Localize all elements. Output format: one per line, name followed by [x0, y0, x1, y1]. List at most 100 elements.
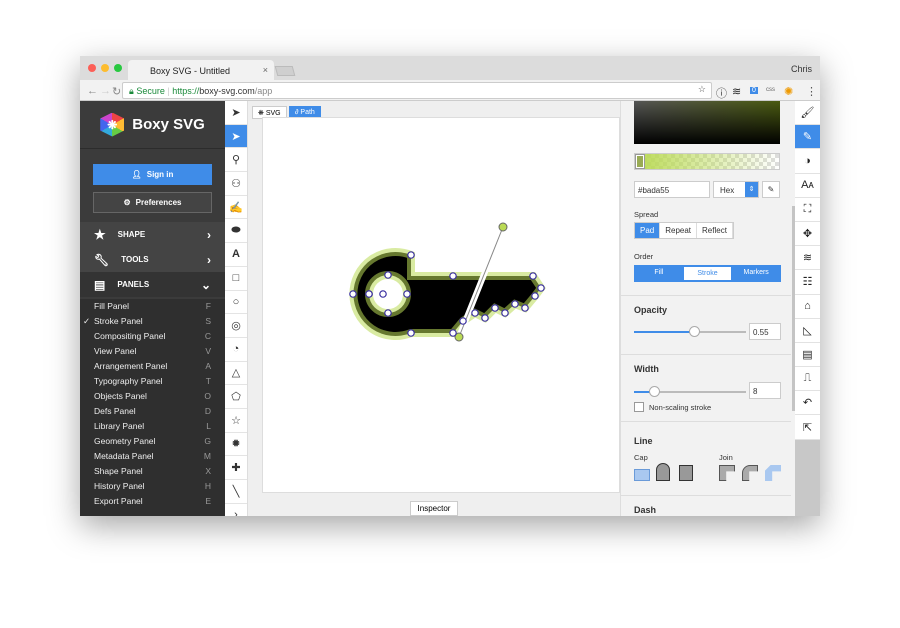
metadata-panel-icon[interactable]: ▤: [795, 342, 820, 368]
triangle-icon[interactable]: △: [225, 362, 247, 386]
panel-menu-item[interactable]: ✓ Stroke Panel S: [80, 314, 225, 329]
bookmark-star-icon[interactable]: ☆: [698, 84, 706, 95]
forward-icon[interactable]: →: [100, 85, 111, 97]
sign-in-button[interactable]: 👤︎ Sign in: [93, 164, 212, 185]
path-node[interactable]: [481, 314, 489, 322]
path-node[interactable]: [379, 290, 387, 298]
layers-extension-icon[interactable]: ≋: [732, 85, 741, 98]
handle-point[interactable]: [498, 222, 508, 232]
slider-thumb[interactable]: [689, 326, 700, 337]
panel-menu-item[interactable]: View Panel V: [80, 344, 225, 359]
hex-color-input[interactable]: #bada55: [634, 181, 710, 198]
path-node[interactable]: [349, 290, 357, 298]
freehand-icon[interactable]: ✍: [225, 196, 247, 220]
gear-shape-icon[interactable]: ✹: [225, 433, 247, 457]
join-miter-button[interactable]: [719, 465, 735, 481]
maximize-window-button[interactable]: [114, 64, 122, 72]
spread-option[interactable]: Repeat: [660, 223, 698, 238]
path-node[interactable]: [521, 304, 529, 312]
panel-menu-item[interactable]: Fill Panel F: [80, 299, 225, 314]
css-extension-icon[interactable]: css: [766, 87, 775, 93]
preferences-button[interactable]: ⚙ Preferences: [93, 192, 212, 213]
path-node[interactable]: [491, 304, 499, 312]
cross-icon[interactable]: ✚: [225, 456, 247, 480]
close-tab-icon[interactable]: ×: [263, 65, 268, 75]
pentagon-icon[interactable]: ⬠: [225, 385, 247, 409]
pie-icon[interactable]: ◔: [225, 338, 247, 362]
path-node[interactable]: [471, 309, 479, 317]
section-panels[interactable]: ▤ PANELS ⌄: [80, 272, 225, 297]
rect-icon[interactable]: □: [225, 267, 247, 291]
order-option[interactable]: Stroke: [683, 267, 732, 280]
url-input[interactable]: 🔒︎ Secure | https://boxy-svg.com/app ☆: [122, 82, 712, 99]
cap-square-button[interactable]: [679, 465, 693, 481]
width-slider[interactable]: [634, 386, 746, 397]
path-node[interactable]: [407, 251, 415, 259]
cap-round-button[interactable]: [656, 463, 670, 481]
section-shape[interactable]: ★ SHAPE ›: [80, 222, 225, 247]
color-extension-icon[interactable]: ✺: [784, 85, 793, 98]
stroke-panel-icon[interactable]: ✎: [795, 125, 820, 150]
panel-menu-item[interactable]: Library Panel L: [80, 419, 225, 434]
star-icon[interactable]: ☆: [225, 409, 247, 433]
opacity-slider[interactable]: [634, 326, 746, 337]
panel-menu-item[interactable]: Export Panel E: [80, 494, 225, 509]
objects-panel-icon[interactable]: ≋: [795, 246, 820, 271]
path-node[interactable]: [531, 292, 539, 300]
section-tools[interactable]: 🔧︎ TOOLS ›: [80, 247, 225, 272]
color-picker-area[interactable]: [634, 101, 780, 144]
slider-thumb[interactable]: [649, 386, 660, 397]
info-extension-icon[interactable]: ⓘ: [716, 85, 727, 101]
opacity-input[interactable]: 0.55: [749, 323, 781, 340]
line-icon[interactable]: ╲: [225, 480, 247, 504]
view-panel-icon[interactable]: ⛶: [795, 197, 820, 222]
panel-menu-item[interactable]: Metadata Panel M: [80, 449, 225, 464]
defs-panel-icon[interactable]: ☷: [795, 270, 820, 295]
spread-option[interactable]: Pad: [635, 223, 661, 238]
panel-menu-item[interactable]: History Panel H: [80, 479, 225, 494]
spread-option[interactable]: Reflect: [697, 223, 733, 238]
profile-name[interactable]: Chris: [791, 64, 812, 74]
cap-butt-button[interactable]: [634, 469, 650, 481]
path-node[interactable]: [511, 300, 519, 308]
reload-icon[interactable]: ↻: [112, 85, 121, 98]
ellipse-brush-icon[interactable]: ⬬: [225, 219, 247, 244]
inspector-button[interactable]: Inspector: [410, 501, 458, 516]
minimize-window-button[interactable]: [101, 64, 109, 72]
typography-panel-icon[interactable]: Aᴀ: [795, 173, 820, 198]
fill-panel-icon[interactable]: 🖌︎: [795, 101, 820, 126]
panel-menu-item[interactable]: Geometry Panel G: [80, 434, 225, 449]
panel-menu-item[interactable]: Arrangement Panel A: [80, 359, 225, 374]
browser-tab[interactable]: Boxy SVG - Untitled ×: [128, 60, 274, 80]
shape-panel-icon[interactable]: ⎍: [795, 367, 820, 392]
path-node[interactable]: [403, 290, 411, 298]
path-node[interactable]: [501, 309, 509, 317]
panel-menu-item[interactable]: Compositing Panel C: [80, 329, 225, 344]
more-icon[interactable]: ›: [225, 504, 247, 516]
circle-icon[interactable]: ○: [225, 291, 247, 315]
geometry-panel-icon[interactable]: ◺: [795, 318, 820, 343]
key-drawing[interactable]: [263, 118, 621, 494]
panel-menu-item[interactable]: Objects Panel O: [80, 389, 225, 404]
select-icon[interactable]: ➤: [225, 101, 247, 125]
export-panel-icon[interactable]: ⇱: [795, 415, 820, 440]
arrangement-panel-icon[interactable]: ✥: [795, 221, 820, 247]
new-tab-button[interactable]: [274, 66, 296, 76]
non-scaling-checkbox[interactable]: [634, 402, 644, 412]
path-node[interactable]: [384, 309, 392, 317]
path-node[interactable]: [365, 290, 373, 298]
join-bevel-button[interactable]: [765, 465, 781, 481]
extension-badge[interactable]: 0: [750, 87, 758, 94]
back-icon[interactable]: ←: [87, 85, 98, 97]
artboard[interactable]: [262, 117, 620, 493]
join-round-button[interactable]: [742, 465, 758, 481]
compositing-panel-icon[interactable]: ◑: [795, 149, 820, 174]
path-node[interactable]: [407, 329, 415, 337]
history-panel-icon[interactable]: ↶: [795, 391, 820, 416]
ring-icon[interactable]: ◎: [225, 314, 247, 338]
path-node[interactable]: [449, 272, 457, 280]
order-option[interactable]: Markers: [732, 266, 780, 281]
text-icon[interactable]: A: [225, 243, 247, 267]
alpha-slider[interactable]: [634, 153, 780, 170]
pen-icon[interactable]: ⚲: [225, 148, 247, 173]
